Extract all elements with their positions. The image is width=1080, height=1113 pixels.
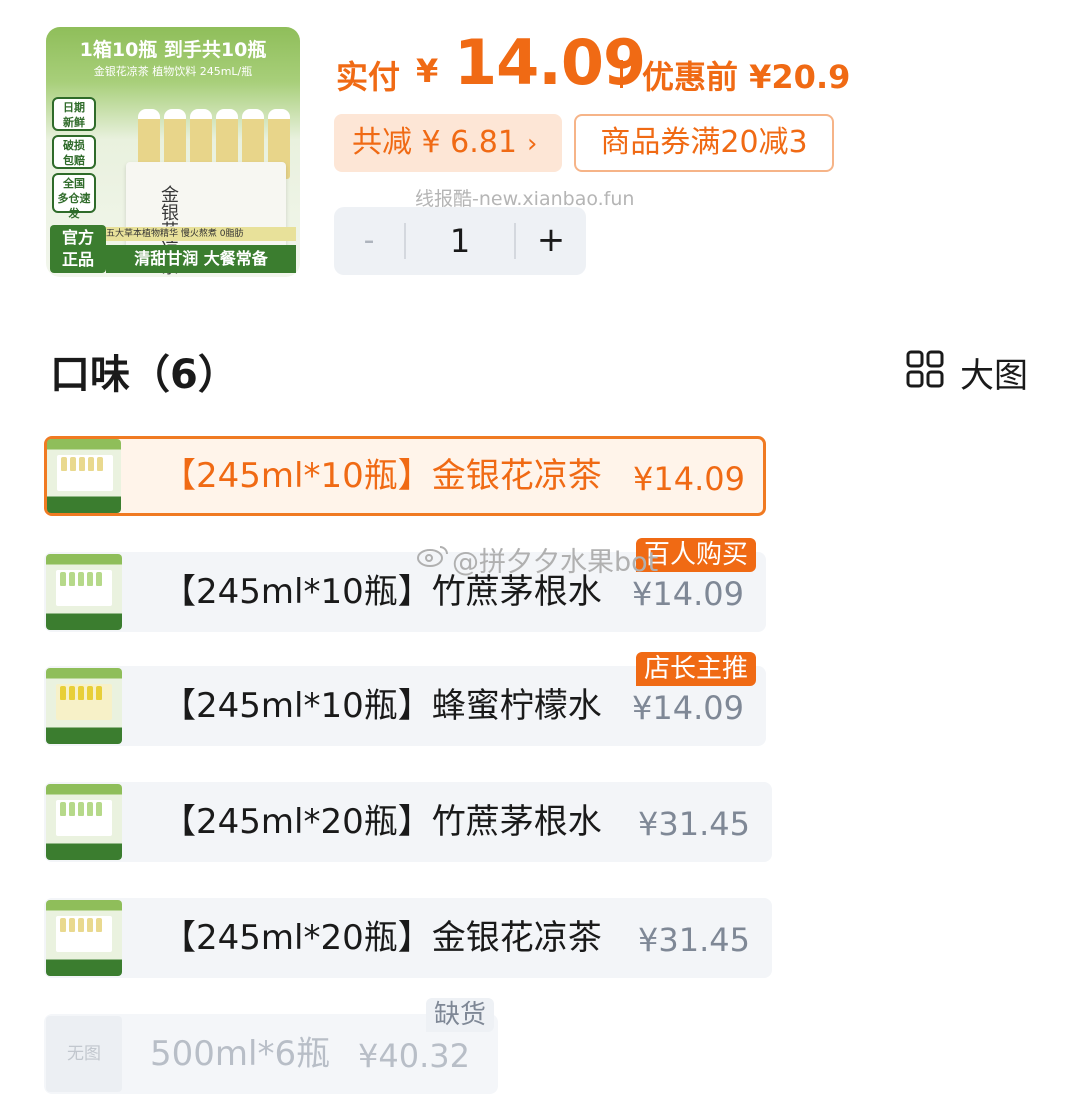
mini-bottle: [69, 572, 75, 586]
thumbnail-tag-shipping: 全国 多仓速发: [52, 173, 96, 220]
flavor-option[interactable]: 【245ml*10瓶】金银花凉茶 ¥14.09: [44, 436, 766, 516]
no-image-placeholder: 无图: [46, 1016, 122, 1092]
weibo-icon: [417, 546, 448, 567]
flavor-option[interactable]: 【245ml*20瓶】金银花凉茶 ¥31.45: [44, 898, 772, 978]
option-label: 【245ml*20瓶】竹蔗茅根水: [162, 802, 602, 842]
mini-bottle: [87, 572, 93, 586]
option-price: ¥31.45: [638, 805, 750, 843]
product-thumbnail[interactable]: 1箱10瓶 到手共10瓶 金银花凉茶 植物饮料 245mL/瓶 日期 新鲜 破损…: [46, 27, 300, 277]
sold-out-badge: 缺货: [426, 998, 495, 1032]
quantity-value[interactable]: 1: [406, 207, 514, 275]
mini-bottle: [60, 918, 66, 932]
price-divider: [620, 60, 623, 88]
total-saving-button[interactable]: 共减 ¥ 6.81 ›: [334, 114, 562, 172]
option-price: ¥31.45: [638, 921, 750, 959]
coupon-tag[interactable]: 商品券满20减3: [574, 114, 834, 172]
option-thumbnail: [46, 784, 122, 860]
flavor-section-title: 口味（6）: [50, 352, 238, 398]
option-label: 【245ml*10瓶】蜂蜜柠檬水: [162, 686, 602, 726]
option-thumbnail: [47, 439, 121, 513]
mini-bottle: [87, 918, 93, 932]
mini-bottle: [60, 802, 66, 816]
option-label: 500ml*6瓶: [150, 1034, 331, 1074]
thumbnail-feature-strip: 五大草本植物精华 慢火熬煮 0脂肪: [100, 227, 296, 241]
thumbnail-subtitle: 金银花凉茶 植物饮料 245mL/瓶: [93, 65, 253, 78]
total-saving-label: 共减 ¥ 6.81: [352, 125, 517, 160]
option-thumbnail: [46, 900, 122, 976]
mini-bottle: [79, 457, 85, 471]
thumbnail-tag-refund: 破损 包赔: [52, 135, 96, 169]
option-thumbnail: [46, 554, 122, 630]
decrease-button[interactable]: -: [334, 207, 404, 275]
recommended-badge: 店长主推: [636, 652, 757, 686]
grid-view-icon[interactable]: [906, 350, 944, 388]
thumbnail-tag-fresh: 日期 新鲜: [52, 97, 96, 131]
mini-bottle: [78, 802, 84, 816]
paid-label: 实付: [336, 58, 401, 96]
mini-bottle: [88, 457, 94, 471]
thumbnail-title: 1箱10瓶 到手共10瓶: [79, 39, 267, 61]
mini-bottle: [70, 457, 76, 471]
mini-bottle: [61, 457, 67, 471]
mini-bottle: [96, 802, 102, 816]
increase-button[interactable]: +: [516, 207, 586, 275]
mini-bottle: [96, 686, 102, 700]
weibo-watermark: @拼夕夕水果bot: [452, 547, 659, 578]
paid-currency: ¥: [416, 52, 439, 90]
flavor-option[interactable]: 【245ml*20瓶】竹蔗茅根水 ¥31.45: [44, 782, 772, 862]
thumbnail-slogan: 清甜甘润 大餐常备: [106, 245, 296, 273]
mini-bottle: [96, 918, 102, 932]
option-thumbnail: [46, 668, 122, 744]
mini-bottle: [97, 457, 103, 471]
option-label: 【245ml*10瓶】金银花凉茶: [162, 456, 602, 496]
quantity-stepper: - 1 +: [334, 207, 586, 275]
mini-bottle: [69, 918, 75, 932]
mini-bottle: [78, 686, 84, 700]
mini-bottle: [78, 572, 84, 586]
large-view-toggle[interactable]: 大图: [960, 348, 1028, 397]
mini-bottle: [69, 802, 75, 816]
option-label: 【245ml*20瓶】金银花凉茶: [162, 918, 602, 958]
mini-bottle: [60, 686, 66, 700]
mini-bottle: [60, 572, 66, 586]
chevron-right-icon: ›: [526, 129, 538, 159]
original-price: 优惠前 ¥20.9: [642, 58, 851, 96]
thumbnail-official-badge: 官方 正品: [50, 225, 106, 273]
mini-bottle: [69, 686, 75, 700]
mini-bottle: [96, 572, 102, 586]
mini-bottle: [87, 686, 93, 700]
paid-amount: 14.09: [454, 26, 646, 99]
mini-bottle: [78, 918, 84, 932]
mini-bottle: [87, 802, 93, 816]
option-price: ¥14.09: [633, 460, 745, 498]
